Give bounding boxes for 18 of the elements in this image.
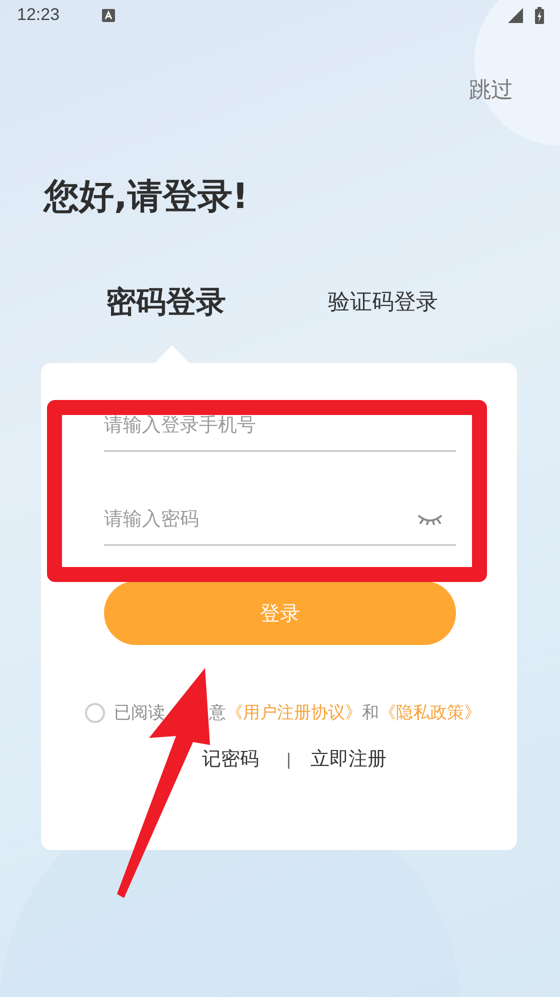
greeting-title: 您好,请登录! (44, 176, 250, 219)
closed-eye-icon[interactable] (417, 512, 443, 524)
signal-icon (508, 8, 523, 22)
keyboard-indicator-icon (102, 8, 115, 22)
skip-button[interactable]: 跳过 (469, 75, 513, 105)
separator: | (286, 750, 292, 768)
login-tab[interactable]: 密码登录 (106, 283, 226, 323)
forgot-password-link[interactable]: 记密码 (202, 746, 259, 772)
battery-charging-icon (535, 6, 544, 24)
phone-field[interactable]: 请输入登录手机号 (104, 414, 456, 442)
status-time: 12:23 (17, 5, 60, 25)
agreement-text: 已阅读 (114, 702, 165, 724)
login-tab[interactable]: 验证码登录 (328, 285, 438, 321)
register-link[interactable]: 立即注册 (310, 746, 386, 772)
agreement-checkbox[interactable] (85, 702, 105, 722)
password-field[interactable]: 请输入密码 (104, 508, 417, 536)
agreement-text: 意 (209, 702, 226, 724)
agreement-text: 和 (362, 702, 379, 724)
